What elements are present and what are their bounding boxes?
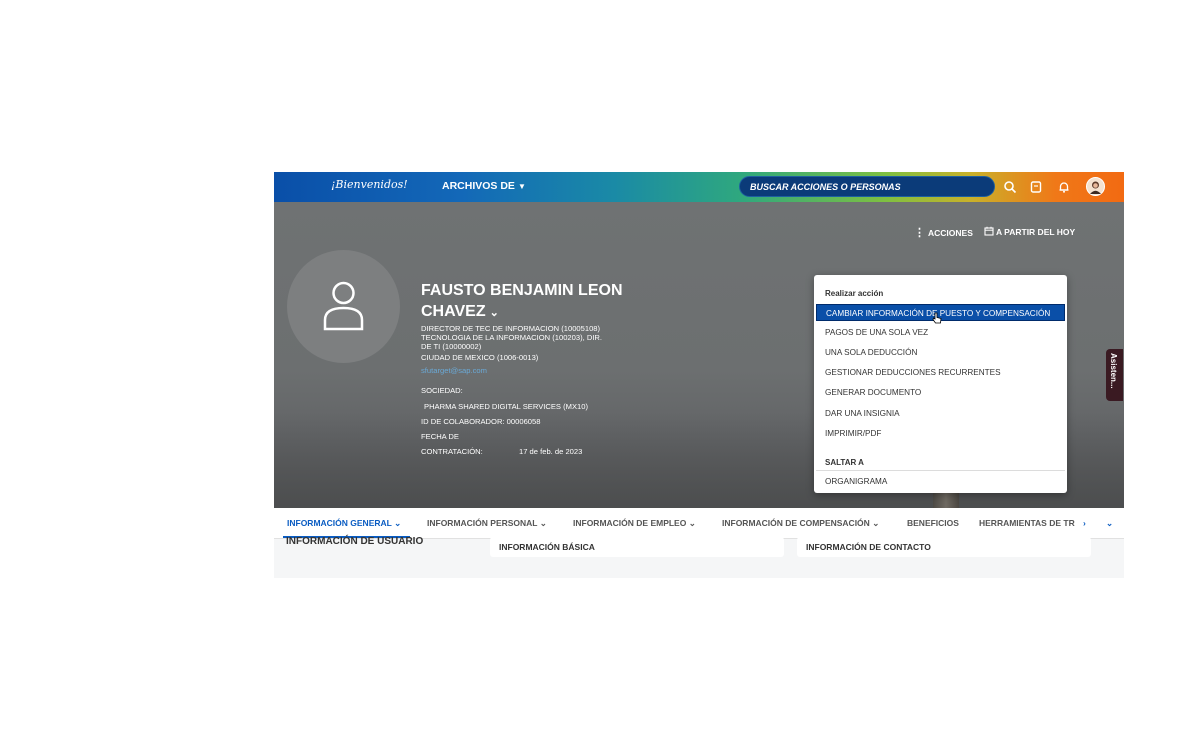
tabs-overflow-chevron-icon[interactable]: ⌄ xyxy=(1106,518,1113,529)
hire-date-label-line2: CONTRATACIÓN: xyxy=(421,447,483,456)
as-of-date-button[interactable]: A PARTIR DEL HOY xyxy=(984,226,1075,237)
card-contact-info: INFORMACIÓN DE CONTACTO xyxy=(797,537,1091,557)
section-title-user-info: INFORMACIÓN DE USUARIO xyxy=(286,536,424,547)
as-of-date-label: A PARTIR DEL HOY xyxy=(996,227,1076,237)
hand-cursor-icon xyxy=(932,312,942,324)
card-basic-info: INFORMACIÓN BÁSICA xyxy=(490,537,784,557)
employee-position: DIRECTOR DE TEC DE INFORMACION (10005108… xyxy=(421,324,601,333)
calendar-icon xyxy=(984,226,994,236)
avatar-face-icon xyxy=(1090,181,1101,194)
company-value: PHARMA SHARED DIGITAL SERVICES (MX10) xyxy=(424,402,589,411)
tab-label: INFORMACIÓN GENERAL xyxy=(287,518,392,528)
actions-label: ACCIONES xyxy=(928,228,973,238)
employee-name: FAUSTO BENJAMIN LEON CHAVEZ ⌄ xyxy=(421,280,623,324)
tab-label: INFORMACIÓN DE EMPLEO xyxy=(573,518,687,528)
actions-menu: Realizar acción CAMBIAR INFORMACIÓN DE P… xyxy=(814,275,1067,493)
more-vertical-icon: ⋮ xyxy=(914,227,925,239)
profile-header: FAUSTO BENJAMIN LEON CHAVEZ ⌄ DIRECTOR DE… xyxy=(274,202,1124,508)
tab-benefits[interactable]: BENEFICIOS xyxy=(907,518,959,528)
bell-icon[interactable] xyxy=(1056,179,1072,195)
menu-item-change-job-compensation[interactable]: CAMBIAR INFORMACIÓN DE PUESTO Y COMPENSA… xyxy=(816,304,1065,324)
tab-label: INFORMACIÓN DE COMPENSACIÓN xyxy=(722,518,870,528)
tab-label: INFORMACIÓN PERSONAL xyxy=(427,518,538,528)
tab-work-tools[interactable]: HERRAMIENTAS DE TR xyxy=(979,518,1075,528)
employee-email[interactable]: sfutarget@sap.com xyxy=(421,366,487,375)
chevron-down-icon: ⌄ xyxy=(394,518,402,528)
menu-item-recurring-deductions[interactable]: GESTIONAR DEDUCCIONES RECURRENTES xyxy=(816,364,1065,381)
employee-location: CIUDAD DE MEXICO (1006-0013) xyxy=(421,353,539,362)
chevron-down-icon: ⌄ xyxy=(489,307,499,319)
company-logo[interactable]: ¡Bienvenidos! xyxy=(331,178,408,191)
employee-department-line1: TECNOLOGIA DE LA INFORMACION (100203), D… xyxy=(421,333,603,342)
card-title-contact-info: INFORMACIÓN DE CONTACTO xyxy=(806,542,931,552)
employee-name-line2-row[interactable]: CHAVEZ ⌄ xyxy=(421,301,623,324)
tab-general-info[interactable]: INFORMACIÓN GENERAL ⌄ xyxy=(287,518,401,529)
tab-personal-info[interactable]: INFORMACIÓN PERSONAL ⌄ xyxy=(427,518,547,529)
employee-id-row: ID DE COLABORADOR: 00006058 xyxy=(421,417,540,426)
menu-item-give-badge[interactable]: DAR UNA INSIGNIA xyxy=(816,405,1065,422)
employee-profile-app: ¡Bienvenidos! ARCHIVOS DE ▼ BUSCAR ACCION… xyxy=(274,172,1124,578)
menu-divider xyxy=(816,470,1065,471)
archivos-de-label: ARCHIVOS DE xyxy=(442,180,515,192)
top-navigation-bar: ¡Bienvenidos! ARCHIVOS DE ▼ BUSCAR ACCION… xyxy=(274,172,1124,202)
profile-photo[interactable] xyxy=(287,250,400,363)
employee-department-line2: DE TI (10000002) xyxy=(421,342,482,351)
chevron-down-icon: ⌄ xyxy=(539,518,547,528)
hire-date-label-line1: FECHA DE xyxy=(421,432,459,441)
tab-employment-info[interactable]: INFORMACIÓN DE EMPLEO ⌄ xyxy=(573,518,696,529)
search-input[interactable]: BUSCAR ACCIONES O PERSONAS xyxy=(739,176,995,197)
card-title-basic-info: INFORMACIÓN BÁSICA xyxy=(499,542,595,552)
person-placeholder-icon xyxy=(323,281,364,331)
employee-name-line1: FAUSTO BENJAMIN LEON xyxy=(421,282,623,299)
menu-item-print-pdf[interactable]: IMPRIMIR/PDF xyxy=(816,425,1065,442)
chevron-down-icon: ⌄ xyxy=(872,518,880,528)
company-label: SOCIEDAD: xyxy=(421,386,463,395)
menu-heading-jump-to: SALTAR A xyxy=(825,458,864,467)
menu-item-generate-document[interactable]: GENERAR DOCUMENTO xyxy=(816,384,1065,401)
tabs-scroll-right-icon[interactable]: › xyxy=(1083,518,1086,528)
menu-item-org-chart[interactable]: ORGANIGRAMA xyxy=(816,473,1065,490)
menu-heading-take-action: Realizar acción xyxy=(825,289,884,298)
employee-name-line2: CHAVEZ xyxy=(421,303,486,320)
menu-item-one-time-payments[interactable]: PAGOS DE UNA SOLA VEZ xyxy=(816,324,1065,341)
employee-id-value: 00006058 xyxy=(506,417,541,426)
chevron-down-icon: ⌄ xyxy=(688,518,696,528)
employee-id-label: ID DE COLABORADOR: xyxy=(421,417,505,426)
search-placeholder: BUSCAR ACCIONES O PERSONAS xyxy=(750,182,901,192)
profile-tabs-bar: INFORMACIÓN GENERAL ⌄ INFORMACIÓN PERSON… xyxy=(274,508,1124,539)
profile-content: INFORMACIÓN DE USUARIO INFORMACIÓN BÁSIC… xyxy=(274,536,1124,578)
assistant-side-tab-label: Asisten... xyxy=(1109,353,1118,389)
actions-button[interactable]: ⋮ ACCIONES xyxy=(914,226,973,239)
menu-item-one-time-deduction[interactable]: UNA SOLA DEDUCCIÓN xyxy=(816,344,1065,361)
search-icon[interactable] xyxy=(1002,179,1018,195)
hire-date-value: 17 de feb. de 2023 xyxy=(519,447,583,456)
tab-compensation-info[interactable]: INFORMACIÓN DE COMPENSACIÓN ⌄ xyxy=(722,518,879,529)
user-avatar[interactable] xyxy=(1086,177,1105,196)
archivos-de-menu[interactable]: ARCHIVOS DE ▼ xyxy=(442,180,526,192)
assistant-side-tab[interactable]: Asisten... xyxy=(1106,349,1123,401)
caret-down-icon: ▼ xyxy=(517,182,526,191)
notes-icon[interactable] xyxy=(1028,179,1044,195)
